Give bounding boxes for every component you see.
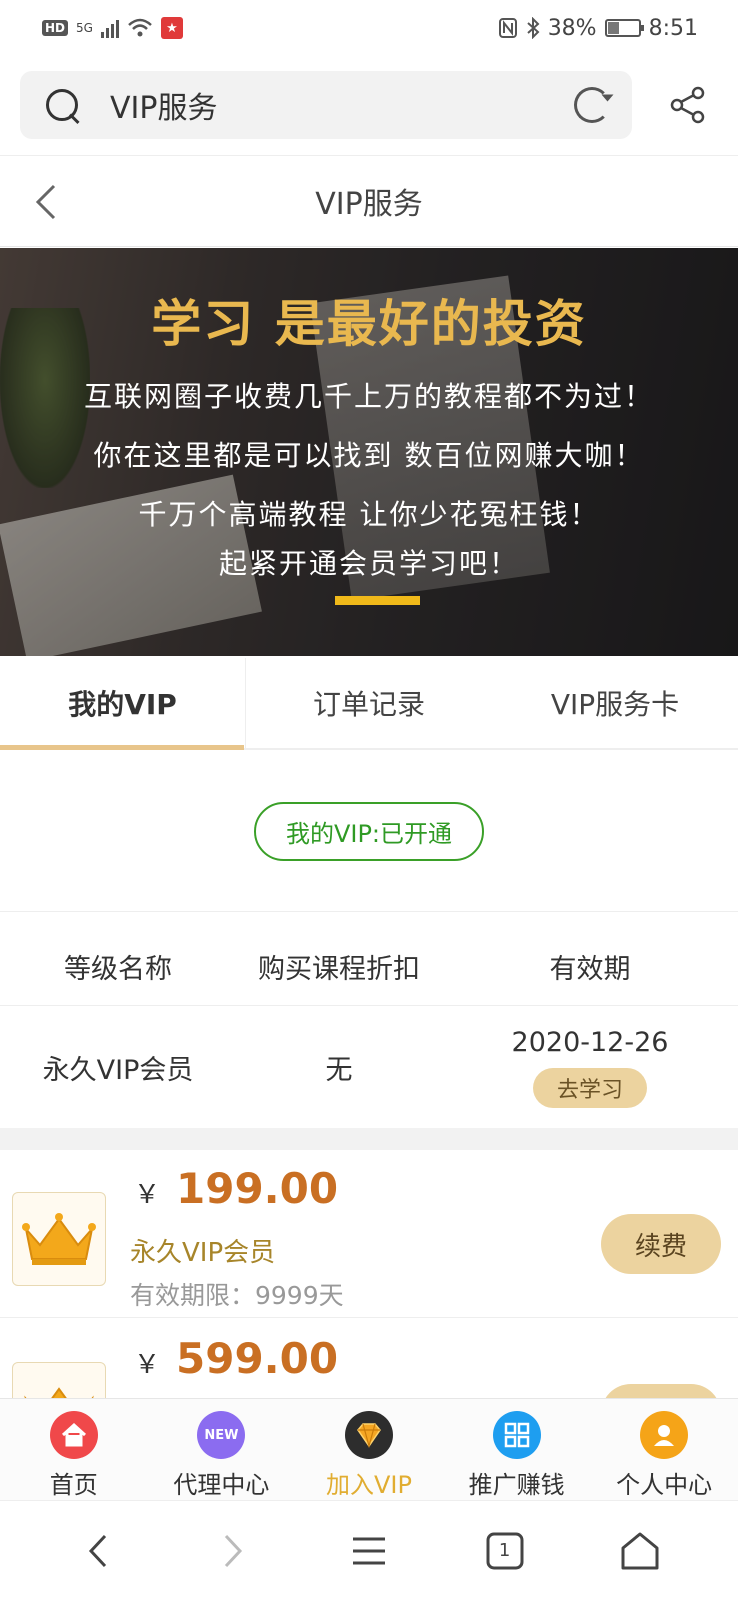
bluetooth-icon xyxy=(527,17,540,39)
status-bar-right: 38% 8:51 xyxy=(498,16,698,41)
nav-item-home[interactable]: 首页 xyxy=(0,1399,148,1500)
product-price: ￥ 199.00 xyxy=(134,1164,338,1213)
section-divider xyxy=(0,1128,738,1150)
search-input[interactable]: VIP服务 xyxy=(20,71,632,139)
home-button-icon[interactable] xyxy=(615,1526,665,1576)
nav-label: 加入VIP xyxy=(326,1471,412,1499)
status-bar: HD 5G ★ 38% 8:51 xyxy=(0,0,738,56)
battery-level xyxy=(607,22,619,34)
header-level-name: 等级名称 xyxy=(64,954,172,985)
tab-order-records[interactable]: 订单记录 xyxy=(246,658,492,748)
price-value: 199.00 xyxy=(176,1164,339,1213)
share-icon[interactable] xyxy=(668,85,708,125)
tab-count: 1 xyxy=(498,1540,511,1561)
product-price: ￥ 599.00 xyxy=(134,1334,338,1383)
browser-search-row: VIP服务 xyxy=(20,70,718,140)
go-study-button[interactable]: 去学习 xyxy=(532,1067,647,1108)
page-title: VIP服务 xyxy=(315,187,423,222)
header-course-discount: 购买课程折扣 xyxy=(258,954,420,985)
menu-icon[interactable] xyxy=(344,1526,394,1576)
tab-vip-service-card[interactable]: VIP服务卡 xyxy=(492,658,738,748)
tab-my-vip[interactable]: 我的VIP xyxy=(0,658,246,750)
banner-line-2: 你在这里都是可以找到 数百位网赚大咖！ xyxy=(93,439,645,472)
nav-item-personal-center[interactable]: 个人中心 xyxy=(590,1399,738,1500)
banner-line-1: 互联网圈子收费几千上万的教程都不为过！ xyxy=(83,380,654,413)
signal-icon xyxy=(100,18,119,38)
product-validity: 有效期限：9999天 xyxy=(130,1281,344,1310)
nav-item-join-vip[interactable]: 加入VIP xyxy=(295,1399,443,1500)
level-name: 永久VIP会员 xyxy=(42,1054,194,1086)
app-notification-icon: ★ xyxy=(160,17,183,39)
level-table-row: 永久VIP会员 无 2020-12-26 去学习 xyxy=(0,1006,738,1128)
browser-back-icon[interactable] xyxy=(73,1526,123,1576)
banner-accent-bar xyxy=(335,596,420,605)
system-navigation-bar: 1 xyxy=(0,1500,738,1600)
promo-banner: 学习 是最好的投资 互联网圈子收费几千上万的教程都不为过！ 你在这里都是可以找到… xyxy=(0,248,738,656)
banner-line-4: 起紧开通会员学习吧！ xyxy=(218,547,519,580)
diamond-icon xyxy=(344,1411,393,1459)
search-query: VIP服务 xyxy=(110,91,218,126)
nav-label: 首页 xyxy=(49,1471,98,1499)
vip-status-badge: 我的VIP:已开通 xyxy=(253,802,485,861)
validity-cell: 2020-12-26 去学习 xyxy=(442,1006,738,1128)
nav-item-agent-center[interactable]: NEW 代理中心 xyxy=(148,1399,296,1500)
crown-icon xyxy=(12,1192,106,1286)
home-icon xyxy=(49,1411,98,1459)
bottom-navigation: 首页 NEW 代理中心 加入VIP 推广赚钱 个人中心 xyxy=(0,1398,738,1500)
product-item: ￥ 199.00 永久VIP会员 有效期限：9999天 续费 xyxy=(0,1150,738,1318)
tabs-icon[interactable]: 1 xyxy=(480,1526,530,1576)
vip-status-area: 我的VIP:已开通 xyxy=(0,752,738,912)
nav-label: 代理中心 xyxy=(173,1471,270,1499)
expiry-date: 2020-12-26 xyxy=(511,1026,669,1058)
nav-item-promote-earn[interactable]: 推广赚钱 xyxy=(443,1399,591,1500)
battery-percent: 38% xyxy=(547,15,597,41)
browser-forward-icon[interactable] xyxy=(208,1526,258,1576)
currency-symbol: ￥ xyxy=(134,1180,161,1210)
back-arrow-icon[interactable] xyxy=(32,184,62,220)
nav-label: 推广赚钱 xyxy=(468,1471,565,1499)
page-header: VIP服务 xyxy=(0,155,738,247)
header-validity: 有效期 xyxy=(549,954,631,985)
banner-headline: 学习 是最好的投资 xyxy=(151,294,587,353)
wifi-icon xyxy=(128,18,152,37)
refresh-icon[interactable] xyxy=(574,87,610,123)
banner-line-3: 千万个高端教程 让你少花冤枉钱！ xyxy=(138,498,600,531)
clock: 8:51 xyxy=(648,15,698,41)
vip-tabs: 我的VIP 订单记录 VIP服务卡 xyxy=(0,658,738,750)
course-discount: 无 xyxy=(325,1054,353,1086)
hd-indicator: HD xyxy=(42,20,69,36)
status-bar-left: HD 5G ★ xyxy=(42,17,183,39)
search-icon xyxy=(42,85,82,125)
price-value: 599.00 xyxy=(176,1334,339,1383)
new-badge-icon: NEW xyxy=(197,1411,246,1459)
person-icon xyxy=(640,1411,689,1459)
nfc-icon xyxy=(498,18,517,38)
battery-icon xyxy=(604,19,644,37)
level-table-header: 等级名称 购买课程折扣 有效期 xyxy=(0,928,738,1006)
nav-label: 个人中心 xyxy=(616,1471,713,1499)
network-type: 5G xyxy=(76,21,93,35)
renew-button[interactable]: 续费 xyxy=(601,1214,721,1274)
grid-icon xyxy=(492,1411,541,1459)
product-name: 永久VIP会员 xyxy=(130,1238,276,1268)
currency-symbol: ￥ xyxy=(134,1350,161,1380)
